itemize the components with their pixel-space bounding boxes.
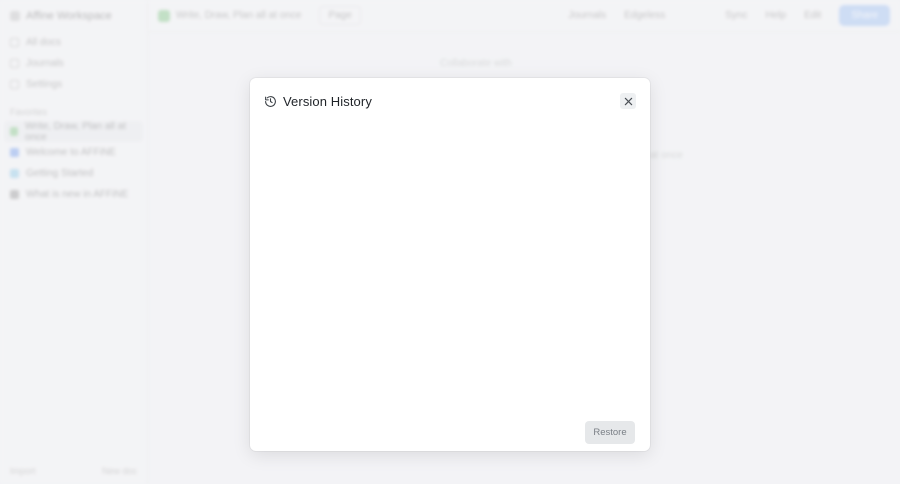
close-button[interactable] <box>620 93 636 109</box>
close-icon <box>624 97 633 106</box>
version-list-area <box>264 122 636 393</box>
version-history-dialog: Version History Restore <box>250 78 650 451</box>
restore-button[interactable]: Restore <box>585 421 635 444</box>
dialog-header: Version History <box>264 92 636 110</box>
history-icon <box>264 95 277 108</box>
dialog-title: Version History <box>283 93 372 109</box>
